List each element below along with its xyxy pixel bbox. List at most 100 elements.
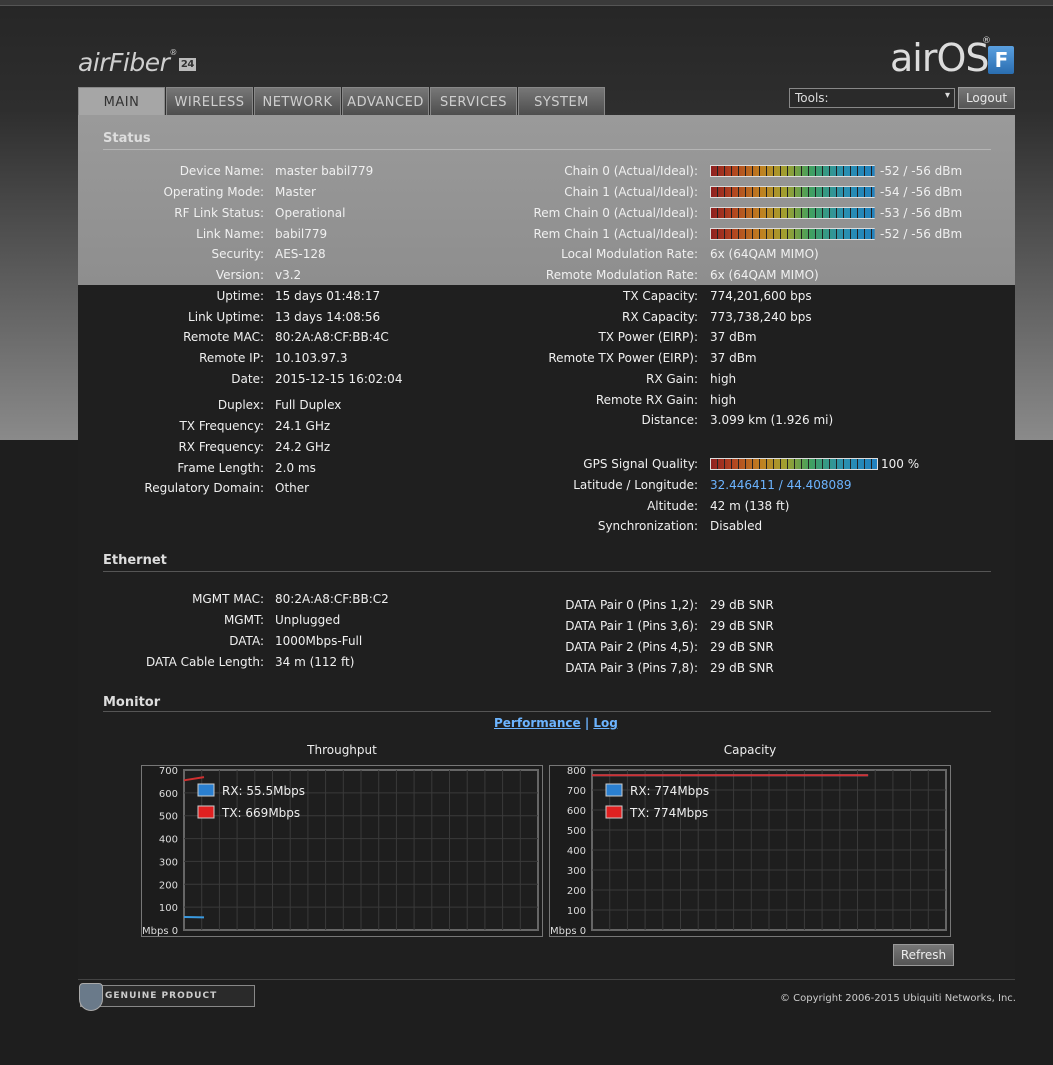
eth-data-pair-1-pins-3-6-value: 29 dB SNR	[710, 619, 774, 633]
monitor-section-title: Monitor	[103, 695, 161, 710]
ethernet-divider	[103, 571, 991, 572]
throughput-chart-title: Throughput	[307, 743, 377, 757]
latitude-longitude-value[interactable]: 32.446411 / 44.408089	[710, 478, 851, 494]
tx-power-eirp-label: TX Power (EIRP):	[598, 330, 698, 344]
y-tick-label: 300	[567, 866, 586, 877]
legend-swatch-rx	[605, 783, 623, 797]
tools-dropdown-value: Tools:	[795, 91, 829, 105]
tab-network[interactable]: NETWORK	[254, 87, 341, 116]
y-tick-label: 100	[159, 903, 178, 914]
legend-label-rx: RX: 55.5Mbps	[222, 784, 305, 798]
airos-logo: airOS ® F	[890, 36, 1014, 80]
duplex-value: Full Duplex	[275, 398, 342, 412]
y-tick-label: 400	[159, 835, 178, 846]
tx-capacity-label: TX Capacity:	[623, 289, 698, 303]
tab-main[interactable]: MAIN	[78, 87, 165, 116]
synchronization-label: Synchronization:	[597, 519, 698, 533]
latitude-longitude-label: Latitude / Longitude:	[573, 478, 698, 492]
chain-1-actual-ideal-label: Chain 1 (Actual/Ideal):	[564, 185, 698, 199]
link-separator: |	[580, 716, 594, 730]
link-name-value: babil779	[275, 227, 328, 241]
eth-data-value: 1000Mbps-Full	[275, 634, 363, 648]
y-tick-label: 100	[567, 906, 586, 917]
rx-frequency-label: RX Frequency:	[178, 440, 264, 454]
rem-chain-1-actual-ideal-label: Rem Chain 1 (Actual/Ideal):	[533, 227, 699, 241]
legend-swatch-tx	[197, 805, 215, 819]
tx-capacity-value: 774,201,600 bps	[710, 289, 812, 303]
tx-frequency-value: 24.1 GHz	[275, 419, 331, 433]
signal-meter	[710, 207, 875, 219]
y-tick-label: 300	[159, 857, 178, 868]
copyright-text: © Copyright 2006-2015 Ubiquiti Networks,…	[780, 993, 1016, 1004]
remote-mac-value: 80:2A:A8:CF:BB:4C	[275, 330, 389, 344]
frame-length-value: 2.0 ms	[275, 461, 316, 475]
genuine-product-badge: GENUINE PRODUCT	[79, 983, 255, 1011]
gps-signal-meter	[710, 458, 878, 470]
eth-mgmt-value: Unplugged	[275, 613, 341, 627]
date-value: 2015-12-15 16:02:04	[275, 372, 403, 386]
legend-label-tx: TX: 669Mbps	[221, 806, 300, 820]
link-name-label: Link Name:	[196, 227, 264, 241]
device-name-value: master babil779	[275, 164, 374, 178]
eth-data-pair-1-pins-3-6-label: DATA Pair 1 (Pins 3,6):	[565, 619, 698, 633]
duplex-label: Duplex:	[217, 398, 264, 412]
signal-meter	[710, 165, 875, 177]
local-modulation-rate-value: 6x (64QAM MIMO)	[710, 247, 819, 261]
eth-mgmt-label: MGMT:	[223, 613, 264, 627]
remote-ip-label: Remote IP:	[199, 351, 264, 365]
rf-link-status-label: RF Link Status:	[174, 206, 264, 220]
rx-gain-value: high	[710, 372, 737, 386]
footer-divider	[78, 979, 1015, 980]
throughput-chart-svg: Mbps 0 100 200 300 400 500 600 700 RX: 55.5Mbps T…	[142, 766, 539, 937]
capacity-chart-svg: Mbps 0 100 200 300 400 500 600 700 800 RX: 774Mbp…	[550, 766, 947, 937]
eth-data-label: DATA:	[229, 634, 264, 648]
legend-label-tx: TX: 774Mbps	[629, 806, 708, 820]
rx-capacity-value: 773,738,240 bps	[710, 310, 812, 324]
regulatory-domain-label: Regulatory Domain:	[144, 481, 264, 495]
tab-wireless[interactable]: WIRELESS	[166, 87, 253, 116]
version-value: v3.2	[275, 268, 302, 282]
eth-mgmt-mac-value: 80:2A:A8:CF:BB:C2	[275, 592, 389, 606]
status-section-title: Status	[103, 131, 151, 146]
frame-length-label: Frame Length:	[177, 461, 264, 475]
distance-value: 3.099 km (1.926 mi)	[710, 413, 834, 427]
y-tick-label: 600	[567, 806, 586, 817]
tab-system[interactable]: SYSTEM	[518, 87, 605, 116]
regulatory-domain-value: Other	[275, 481, 310, 495]
y-tick-label: 500	[567, 826, 586, 837]
logout-button[interactable]: Logout	[958, 87, 1015, 109]
y-tick-label: 200	[159, 880, 178, 891]
date-label: Date:	[231, 372, 264, 386]
eth-data-cable-length-value: 34 m (112 ft)	[275, 655, 355, 669]
remote-modulation-rate-label: Remote Modulation Rate:	[545, 268, 698, 282]
legend-swatch-tx	[605, 805, 623, 819]
y-tick-label: 400	[567, 846, 586, 857]
gps-signal-quality-value: 100 %	[881, 457, 920, 471]
altitude-label: Altitude:	[647, 499, 698, 513]
rx-frequency-value: 24.2 GHz	[275, 440, 331, 454]
airos-f-badge: F	[988, 46, 1014, 74]
local-modulation-rate-label: Local Modulation Rate:	[561, 247, 698, 261]
remote-tx-power-eirp-label: Remote TX Power (EIRP):	[548, 351, 698, 365]
synchronization-value: Disabled	[710, 519, 763, 533]
y-tick-label: 700	[567, 786, 586, 797]
y-axis-unit-label: Mbps 0	[550, 926, 586, 936]
performance-link[interactable]: Performance	[494, 716, 581, 730]
top-border	[0, 0, 1053, 6]
rem-chain-1-actual-ideal-value: -52 / -56 dBm	[880, 227, 963, 241]
tab-services[interactable]: SERVICES	[430, 87, 517, 116]
chain-1-actual-ideal-value: -54 / -56 dBm	[880, 185, 963, 199]
y-tick-label: 500	[159, 812, 178, 823]
tools-dropdown[interactable]: Tools: ▾	[789, 88, 955, 108]
tab-advanced[interactable]: ADVANCED	[342, 87, 429, 116]
y-axis-unit-label: Mbps 0	[142, 926, 178, 936]
refresh-button[interactable]: Refresh	[893, 944, 954, 966]
y-tick-label: 600	[159, 789, 178, 800]
operating-mode-value: Master	[275, 185, 316, 199]
genuine-product-text: GENUINE PRODUCT	[105, 991, 218, 1001]
eth-data-pair-2-pins-4-5-value: 29 dB SNR	[710, 640, 774, 654]
monitor-links: Performance | Log	[494, 716, 618, 730]
altitude-value: 42 m (138 ft)	[710, 499, 790, 513]
log-link[interactable]: Log	[593, 716, 617, 730]
main-tabs: MAIN WIRELESS NETWORK ADVANCED SERVICES SYSTE…	[78, 87, 606, 116]
